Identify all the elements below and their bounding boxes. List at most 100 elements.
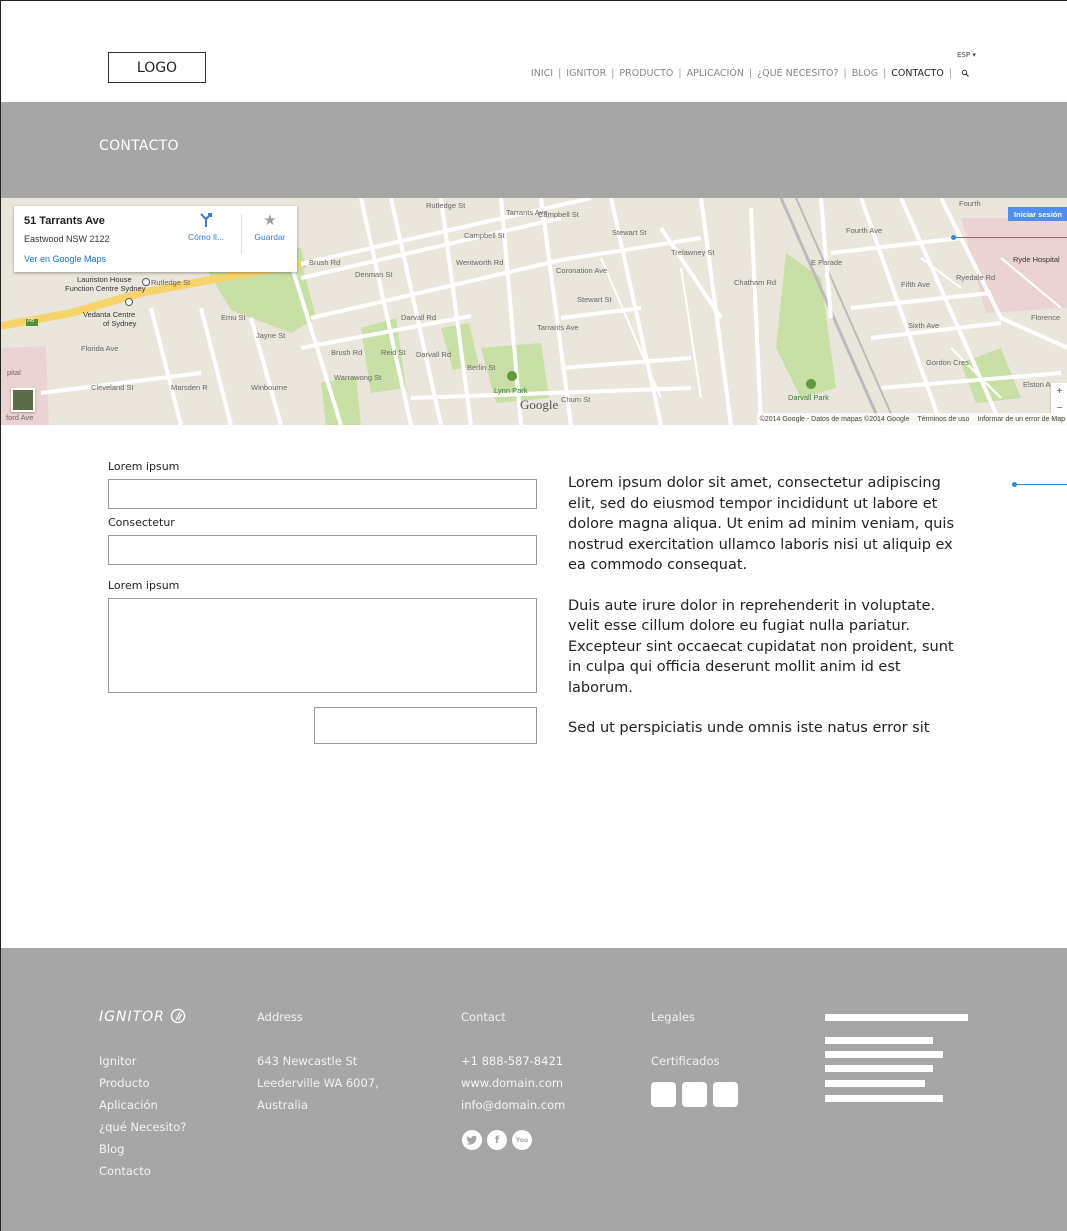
map-attribution: ©2014 Google - Datos de mapas ©2014 Goog…	[756, 413, 1067, 425]
annotation-line	[953, 237, 1067, 238]
logo[interactable]: LOGO	[108, 52, 206, 83]
map-label: Rutledge St	[426, 201, 466, 210]
certificate-badge[interactable]	[651, 1082, 676, 1107]
placeholder-bar	[825, 1095, 943, 1102]
contact-email[interactable]: info@domain.com	[461, 1094, 565, 1116]
directions-button[interactable]: Cómo ll...	[183, 212, 229, 242]
map-label: Campbell St	[464, 231, 505, 240]
footer-link-ignitor[interactable]: Ignitor	[99, 1050, 186, 1072]
save-button[interactable]: ★ Guardar	[247, 212, 293, 242]
message-textarea[interactable]	[108, 598, 537, 693]
map-label: Brush Rd	[331, 348, 363, 357]
footer-cert-label: Certificados	[651, 1054, 720, 1068]
text-input-1[interactable]	[108, 479, 537, 509]
nav-item-contacto[interactable]: CONTACTO	[891, 68, 944, 79]
place-address: Eastwood NSW 2122	[24, 234, 110, 244]
map-label: Warrawong St	[334, 373, 382, 382]
paragraph: Lorem ipsum dolor sit amet, consectetur …	[568, 475, 954, 573]
nav-separator: |	[843, 68, 847, 79]
map-label: Fifth Ave	[901, 280, 931, 289]
map-label: ford Ave	[6, 413, 34, 422]
footer-address-heading: Address	[257, 1010, 303, 1024]
placeholder-bar	[825, 1037, 933, 1044]
map-label: Lynn Park	[494, 386, 528, 395]
zoom-in-button[interactable]: +	[1051, 383, 1067, 400]
nav-item-que-necesito[interactable]: ¿QUÉ NECESITO?	[757, 68, 838, 79]
map-label: Darvall Rd	[401, 313, 437, 322]
map-label: E Parade	[811, 258, 843, 267]
submit-button[interactable]	[314, 707, 537, 744]
map-label: Tarrants Ave	[537, 323, 579, 332]
map-signin-button[interactable]: Iniciar sesión	[1008, 207, 1067, 221]
certificate-badge[interactable]	[713, 1082, 738, 1107]
map-label: Cleveland St	[91, 383, 134, 392]
satellite-toggle[interactable]	[11, 388, 35, 412]
footer-address: 643 Newcastle St Leederville WA 6007, Au…	[257, 1050, 379, 1116]
map-label: Reid St	[381, 348, 406, 357]
page-title: CONTACTO	[99, 138, 179, 154]
footer-brand-logo[interactable]: IGNITOR	[99, 1008, 186, 1025]
footer-link-contacto[interactable]: Contacto	[99, 1160, 186, 1182]
map-label: Jayne St	[256, 331, 286, 340]
nav-separator: |	[558, 68, 562, 79]
youtube-icon[interactable]: You	[512, 1130, 532, 1150]
contact-description: Lorem ipsum dolor sit amet, consectetur …	[568, 473, 968, 759]
address-line: Australia	[257, 1098, 308, 1112]
map-label: Lauriston House	[77, 275, 132, 284]
map-label: Ryde Hospital	[1013, 255, 1060, 264]
map-place-card: 51 Tarrants Ave Eastwood NSW 2122 Ver en…	[14, 206, 297, 272]
footer-link-producto[interactable]: Producto	[99, 1072, 186, 1094]
address-line: Leederville WA 6007,	[257, 1076, 379, 1090]
map-label: of Sydney	[103, 319, 137, 328]
nav-item-inici[interactable]: INICI	[531, 68, 553, 79]
place-name: 51 Tarrants Ave	[24, 215, 105, 227]
social-icons: f You	[462, 1130, 532, 1150]
brand-name: IGNITOR	[99, 1009, 165, 1025]
text-input-2[interactable]	[108, 535, 537, 565]
twitter-icon[interactable]	[462, 1130, 482, 1150]
map-label: Wentworth Rd	[456, 258, 504, 267]
certificate-badges	[651, 1082, 738, 1107]
star-icon: ★	[263, 212, 277, 229]
nav-item-blog[interactable]: BLOG	[852, 68, 878, 79]
map-label: Stewart St	[612, 228, 647, 237]
search-icon[interactable]	[961, 69, 971, 79]
brand-mark-icon	[171, 1008, 186, 1024]
map-label: Stewart St	[577, 295, 612, 304]
footer-link-blog[interactable]: Blog	[99, 1138, 186, 1160]
page: LOGO ESP ▾ INICI | IGNITOR | PRODUCTO | …	[0, 0, 1067, 1231]
map-label: Vedanta Centre	[83, 310, 136, 319]
paragraph: Duis aute irure dolor in reprehenderit i…	[568, 597, 954, 696]
language-selector[interactable]: ESP ▾	[957, 51, 976, 59]
map-label: Trelawney St	[671, 248, 715, 257]
contact-phone[interactable]: +1 888-587-8421	[461, 1050, 565, 1072]
map-label: Sixth Ave	[908, 321, 940, 330]
facebook-icon[interactable]: f	[487, 1130, 507, 1150]
view-in-google-maps-link[interactable]: Ver en Google Maps	[24, 254, 106, 264]
paragraph: Sed ut perspiciatis unde omnis iste natu…	[568, 720, 930, 736]
certificate-badge[interactable]	[682, 1082, 707, 1107]
map-label: Tarrants Ave	[506, 208, 548, 217]
card-divider	[241, 214, 242, 254]
footer: IGNITOR Ignitor Producto Aplicación ¿qué…	[1, 948, 1067, 1231]
map-copyright: ©2014 Google - Datos de mapas ©2014 Goog…	[759, 415, 910, 423]
map-label: Darvall Park	[788, 393, 829, 402]
map-label: Coronation Ave	[556, 266, 608, 275]
footer-link-aplicacion[interactable]: Aplicación	[99, 1094, 186, 1116]
map-report-link[interactable]: Informar de un error de Map	[977, 416, 1065, 423]
embedded-map[interactable]: Rutledge St Rutledge St Campbell St Camp…	[1, 198, 1067, 425]
directions-label: Cómo ll...	[188, 232, 224, 242]
map-label: Darvall Rd	[416, 350, 452, 359]
footer-link-que-necesito[interactable]: ¿qué Necesito?	[99, 1116, 186, 1138]
nav-item-ignitor[interactable]: IGNITOR	[566, 68, 606, 79]
nav-separator: |	[883, 68, 887, 79]
map-terms-link[interactable]: Términos de uso	[917, 416, 969, 423]
nav-item-aplicacion[interactable]: APLICACIÓN	[687, 68, 744, 79]
map-label: Rutledge St	[151, 278, 191, 287]
form-label-1: Lorem ipsum	[108, 460, 180, 473]
nav-item-producto[interactable]: PRODUCTO	[619, 68, 673, 79]
contact-website[interactable]: www.domain.com	[461, 1072, 565, 1094]
map-label: Chatham Rd	[734, 278, 777, 287]
nav-separator: |	[748, 68, 753, 79]
map-label: A6	[27, 318, 35, 324]
